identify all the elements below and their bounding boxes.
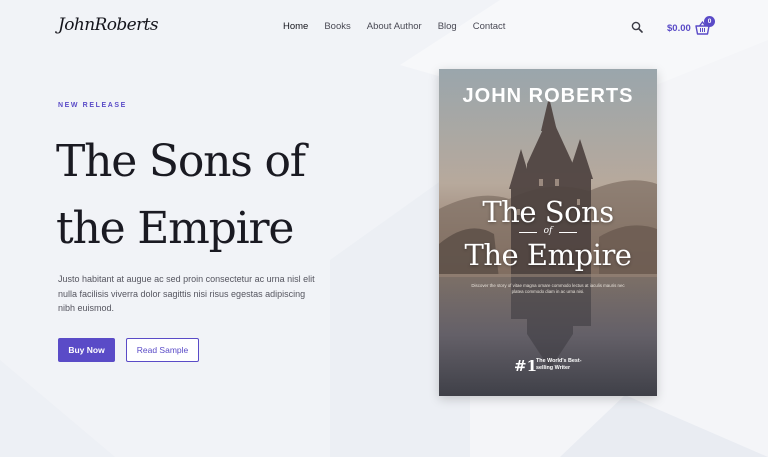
search-icon[interactable] xyxy=(631,21,643,33)
book-cover[interactable]: JOHN ROBERTS The Sons of The Empire Disc… xyxy=(439,69,657,396)
nav-item-home[interactable]: Home xyxy=(283,21,308,32)
cover-divider-right xyxy=(559,232,577,233)
book-cover-rank-label: The World's Best-selling Writer xyxy=(536,358,582,372)
book-cover-tagline: Discover the story of vitae magna ornare… xyxy=(471,283,625,294)
site-header: JohnRoberts Home Books About Author Blog… xyxy=(0,0,768,56)
hero-title: The Sons of the Empire xyxy=(56,136,306,254)
book-cover-rank: #1 xyxy=(514,357,538,375)
book-cover-title-line-1: The Sons xyxy=(482,195,614,229)
nav-item-contact[interactable]: Contact xyxy=(473,21,506,32)
hero-description: Justo habitant at augue ac sed proin con… xyxy=(58,274,315,314)
nav-item-books[interactable]: Books xyxy=(324,21,350,32)
nav-item-blog[interactable]: Blog xyxy=(438,21,457,32)
cart-button[interactable]: $0.00 0 xyxy=(667,16,715,35)
nav-item-about-author[interactable]: About Author xyxy=(367,21,422,32)
book-cover-title-line-2: The Empire xyxy=(464,238,632,272)
hero-eyebrow: NEW RELEASE xyxy=(58,102,127,109)
main-nav: Home Books About Author Blog Contact xyxy=(283,21,505,32)
book-cover-title-of: of xyxy=(543,226,553,236)
cart-total: $0.00 xyxy=(667,23,691,34)
buy-now-button[interactable]: Buy Now xyxy=(58,338,115,362)
read-sample-button[interactable]: Read Sample xyxy=(126,338,199,362)
site-logo[interactable]: JohnRoberts xyxy=(58,15,159,35)
book-cover-author: JOHN ROBERTS xyxy=(462,85,634,107)
cart-count-badge: 0 xyxy=(704,16,715,27)
